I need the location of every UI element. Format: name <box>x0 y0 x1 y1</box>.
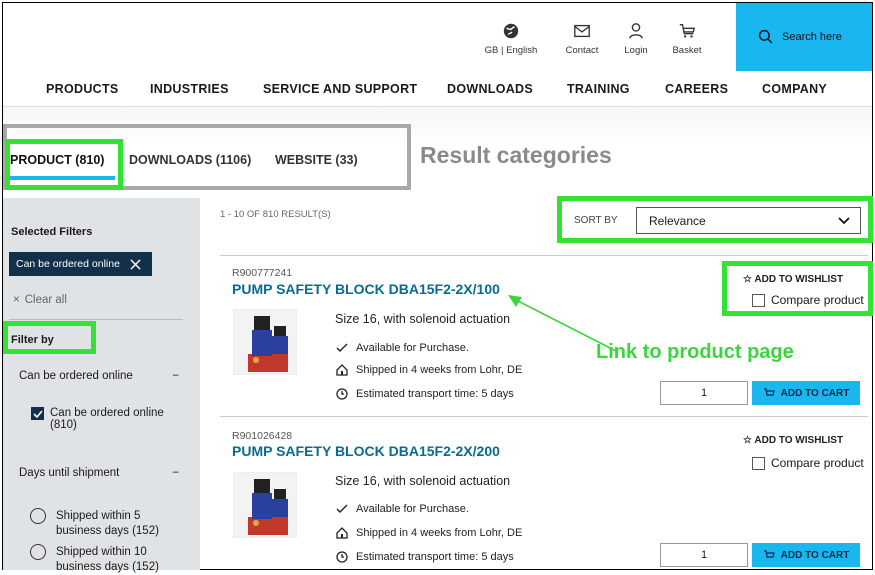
language-selector[interactable]: GB | English <box>478 0 544 56</box>
wishlist-compare-highlight <box>722 261 873 316</box>
contact-link[interactable]: Contact <box>560 0 604 56</box>
product-description: Size 16, with solenoid actuation <box>335 312 511 326</box>
result-categories-annotation: Result categories <box>420 142 612 168</box>
product-id: R900777241 <box>232 267 293 279</box>
nav-service-and-support[interactable]: SERVICE AND SUPPORT <box>263 82 417 96</box>
check-icon <box>32 409 43 418</box>
cart-icon <box>763 549 775 558</box>
language-label: GB | English <box>484 45 538 56</box>
home-icon <box>336 364 348 376</box>
clock-icon <box>336 551 348 563</box>
selected-filters-heading: Selected Filters <box>11 226 93 238</box>
filter-group-title: Days until shipment <box>19 467 120 479</box>
mail-icon <box>574 24 590 38</box>
compare-checkbox[interactable] <box>752 456 765 470</box>
availability-row: Available for Purchase. <box>336 342 469 354</box>
item-divider <box>220 416 868 417</box>
nav-downloads[interactable]: DOWNLOADS <box>447 82 533 96</box>
result-count: 1 - 10 OF 810 RESULT(S) <box>220 209 331 220</box>
clear-all-label: Clear all <box>24 294 67 306</box>
transport-text: Estimated transport time: 5 days <box>356 388 514 400</box>
ordered-online-checkbox[interactable] <box>31 407 44 420</box>
availability-row: Available for Purchase. <box>336 503 469 515</box>
add-to-cart-button[interactable]: ADD TO CART <box>752 543 860 567</box>
login-label: Login <box>624 45 648 56</box>
search-icon <box>758 29 773 44</box>
product-id: R901026428 <box>232 430 293 442</box>
basket-icon <box>679 24 696 38</box>
product-description: Size 16, with solenoid actuation <box>335 474 511 488</box>
check-icon <box>336 504 348 513</box>
ordered-online-option-label: Can be ordered online (810) <box>50 407 164 431</box>
globe-icon <box>503 23 519 39</box>
availability-text: Available for Purchase. <box>356 342 469 354</box>
quantity-value: 1 <box>700 549 708 561</box>
nav-careers[interactable]: CAREERS <box>665 82 728 96</box>
product-tab-highlight <box>5 139 123 190</box>
shipping-row: Shipped in 4 weeks from Lohr, DE <box>336 364 522 376</box>
close-icon[interactable] <box>130 258 141 270</box>
clock-icon <box>336 388 348 400</box>
transport-text: Estimated transport time: 5 days <box>356 551 514 563</box>
compare-product[interactable]: Compare product <box>752 456 864 470</box>
shipped-5-days-label: Shipped within 5 business days (152) <box>56 510 159 537</box>
sidebar-divider <box>9 319 183 320</box>
login-link[interactable]: Login <box>617 0 655 56</box>
quantity-input[interactable]: 1 <box>660 543 748 567</box>
nav-training[interactable]: TRAINING <box>567 82 630 96</box>
quantity-value: 1 <box>700 387 708 399</box>
shipping-text: Shipped in 4 weeks from Lohr, DE <box>356 527 523 539</box>
product-image[interactable] <box>233 309 297 375</box>
shipped-5-days-radio[interactable] <box>30 508 46 524</box>
add-to-cart-button[interactable]: ADD TO CART <box>752 381 860 405</box>
nav-company[interactable]: COMPANY <box>762 82 827 96</box>
check-icon <box>336 343 348 352</box>
nav-products[interactable]: PRODUCTS <box>46 82 119 96</box>
search-placeholder: Search here <box>782 31 842 43</box>
results-divider <box>220 255 868 256</box>
availability-text: Available for Purchase. <box>356 503 469 515</box>
shipping-text: Shipped in 4 weeks from Lohr, DE <box>356 364 523 376</box>
shipping-row: Shipped in 4 weeks from Lohr, DE <box>336 527 522 539</box>
transport-row: Estimated transport time: 5 days <box>336 388 514 400</box>
star-icon: ☆ <box>743 435 755 446</box>
filter-group-divider <box>11 391 187 392</box>
filter-group-divider <box>11 488 187 489</box>
transport-row: Estimated transport time: 5 days <box>336 551 514 563</box>
product-image[interactable] <box>233 472 297 538</box>
wishlist-label: ADD TO WISHLIST <box>754 435 844 446</box>
link-to-product-annotation: Link to product page <box>596 341 794 363</box>
add-to-cart-label: ADD TO CART <box>780 549 850 561</box>
clear-all-link[interactable]: × Clear all <box>13 294 67 306</box>
active-filter-chip[interactable]: Can be ordered online <box>9 252 152 276</box>
valve-block-image <box>248 316 288 372</box>
compare-label: Compare product <box>771 456 864 470</box>
add-to-wishlist-button[interactable]: ☆ ADD TO WISHLIST <box>743 435 843 446</box>
cart-icon <box>763 387 775 396</box>
search-button[interactable]: Search here <box>736 3 872 71</box>
valve-block-image <box>248 479 288 535</box>
basket-link[interactable]: Basket <box>667 0 707 56</box>
product-title-link[interactable]: PUMP SAFETY BLOCK DBA15F2-2X/100 <box>232 281 500 297</box>
filter-by-highlight <box>3 321 96 354</box>
nav-industries[interactable]: INDUSTRIES <box>150 82 229 96</box>
user-icon <box>629 23 643 39</box>
chip-label: Can be ordered online <box>16 258 120 270</box>
collapse-icon[interactable]: − <box>172 370 179 382</box>
sort-highlight <box>557 196 873 243</box>
clear-icon: × <box>13 294 20 306</box>
product-title-link[interactable]: PUMP SAFETY BLOCK DBA15F2-2X/200 <box>232 443 500 459</box>
shipped-10-days-label: Shipped within 10 business days (152) <box>56 546 159 573</box>
shipped-10-days-radio[interactable] <box>30 544 46 560</box>
contact-label: Contact <box>565 45 599 56</box>
home-icon <box>336 527 348 539</box>
filter-group-days-header[interactable]: Days until shipment − <box>19 467 179 479</box>
quantity-input[interactable]: 1 <box>660 381 748 405</box>
filter-group-ordered-online-header[interactable]: Can be ordered online − <box>19 370 179 382</box>
filter-group-title: Can be ordered online <box>19 370 133 382</box>
add-to-cart-label: ADD TO CART <box>780 387 850 399</box>
basket-label: Basket <box>672 45 702 56</box>
collapse-icon[interactable]: − <box>172 467 179 479</box>
